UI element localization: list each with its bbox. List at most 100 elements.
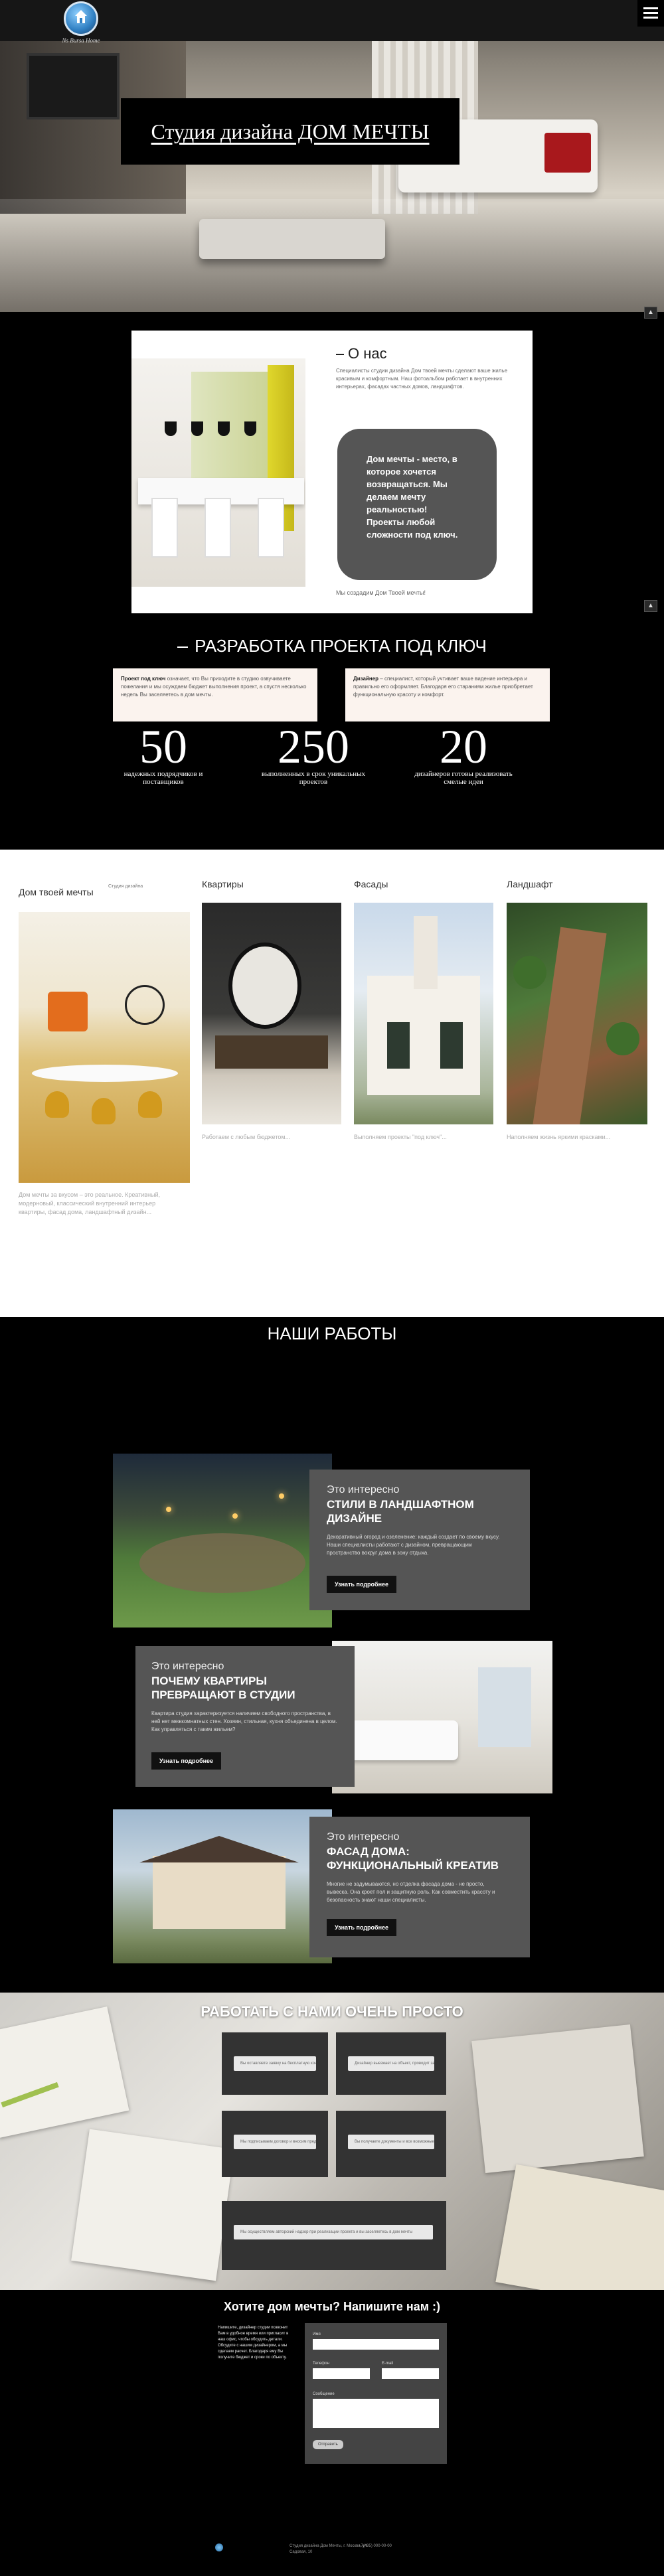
page: Ns Bursa Home Студия дизайна ДОМ МЕЧТЫ ▲… [0,0,664,2576]
photo-chair [205,498,231,558]
scroll-top-button[interactable]: ▲ [644,307,657,319]
work-card-head: ФАСАД ДОМА: ФУНКЦИОНАЛЬНЫЙ КРЕАТИВ [327,1845,499,1872]
top-bar: Ns Bursa Home [0,0,664,44]
service-caption: Работаем с любым бюджетом... [202,1134,291,1140]
image-console [215,1035,328,1069]
scroll-top-button[interactable]: ▲ [644,600,657,612]
work-with-us-title: РАБОТАТЬ С НАМИ ОЧЕНЬ ПРОСТО [201,2003,463,2020]
logo-text: Ns Bursa Home [62,37,100,44]
house-icon [75,10,87,23]
phone-label: Телефон [313,2362,329,2366]
more-button[interactable]: Узнать подробнее [327,1919,397,1936]
about-highlight-box: Дом мечты - место, в которое хочется воз… [337,429,497,580]
footer-phone[interactable]: +7(495) 000-00-00 [359,2543,425,2549]
image-window [387,1022,410,1069]
turnkey-box-right: Дизайнер – специалист, который учтивает … [345,668,550,721]
service-image-home[interactable] [19,912,190,1183]
contact-form: Имя Телефон E-mail Сообщение Отправить [305,2323,447,2464]
hero-title: Студия дизайна ДОМ МЕЧТЫ [151,119,430,143]
message-field[interactable] [313,2399,439,2428]
image-mirror [125,985,165,1025]
work-image-landscape [113,1454,332,1628]
stat-number: 250 [278,720,349,773]
image-decor [48,992,88,1031]
turnkey-title: РАЗРАБОТКА ПРОЕКТА ПОД КЛЮЧ [0,636,664,656]
service-image-facades[interactable] [354,903,493,1124]
image-house [367,976,480,1095]
step-text: Мы осуществляем авторский надзор при реа… [234,2225,433,2239]
hero-tv [27,53,120,119]
about-intro: Специалисты студии дизайна Дом твоей меч… [336,368,508,390]
work-card-facade: Это интересно ФАСАД ДОМА: ФУНКЦИОНАЛЬНЫЙ… [309,1817,530,1957]
work-card-pre: Это интересно [151,1661,224,1672]
image-shrub [513,956,546,989]
work-card-text: Декоративный огород и озеленение: каждый… [327,1534,500,1556]
image-light [279,1493,284,1499]
step-card: Мы подписываем договор и вносим предопла… [222,2111,328,2177]
work-card-head: СТИЛИ В ЛАНДШАФТНОМ ДИЗАЙНЕ [327,1498,474,1525]
image-chair [92,1098,116,1124]
image-house [153,1856,286,1929]
image-roof [139,1836,299,1862]
stat-number: 20 [440,720,487,773]
service-title[interactable]: Ландшафт [507,879,553,889]
image-table [32,1065,178,1082]
work-card-text: Квартира студия характеризуется наличием… [151,1710,337,1732]
work-card-pre: Это интересно [327,1831,400,1843]
name-label: Имя [313,2332,321,2336]
service-title[interactable]: Квартиры [202,879,244,889]
image-path [139,1533,305,1593]
image-mirror [228,943,301,1029]
stat-label: надежных подрядчиков и поставщиков [124,770,203,786]
about-highlight: Дом мечты - место, в которое хочется воз… [367,454,458,540]
hamburger-icon[interactable] [637,0,664,27]
about-title-text: О нас [348,345,387,362]
more-button[interactable]: Узнать подробнее [151,1752,222,1770]
photo-chair [258,498,284,558]
more-button[interactable]: Узнать подробнее [327,1576,397,1593]
hero-table [199,219,385,259]
image-light [166,1507,171,1512]
service-image-apartments[interactable] [202,903,341,1124]
step-text: Дизайнер выезжает на объект, проводит за… [348,2056,434,2071]
photo-chair [151,498,178,558]
step-text: Вы получаете документы и все возможные д… [348,2135,434,2149]
service-title[interactable]: Фасады [354,879,388,889]
step-card: Вы получаете документы и все возможные д… [336,2111,446,2177]
bg-paper [0,2006,129,2139]
logo[interactable]: Ns Bursa Home [54,1,108,53]
contact-title: Хотите дом мечты? Напишите нам :) [223,2300,441,2313]
photo-lamp [244,421,256,436]
photo-lamp [191,421,203,436]
footer-logo-icon[interactable] [215,2543,223,2551]
photo-lamp [218,421,230,436]
image-chair [138,1091,162,1118]
hero-title-box: Студия дизайна ДОМ МЕЧТЫ [121,98,459,165]
work-card-head: ПОЧЕМУ КВАРТИРЫ ПРЕВРАЩАЮТ В СТУДИИ [151,1675,295,1701]
step-card: Мы осуществляем авторский надзор при реа… [222,2201,446,2270]
service-title[interactable]: Дом твоей мечты [19,887,94,897]
hero-lamp [544,133,591,173]
step-text: Вы оставляете заявку на бесплатную консу… [234,2056,316,2071]
email-field[interactable] [382,2368,439,2379]
image-window [478,1667,531,1747]
send-button[interactable]: Отправить [313,2440,343,2449]
message-label: Сообщение [313,2392,335,2396]
work-card-apartment: Это интересно ПОЧЕМУ КВАРТИРЫ ПРЕВРАЩАЮТ… [135,1646,355,1787]
step-card: Вы оставляете заявку на бесплатную консу… [222,2032,328,2095]
bg-paper [71,2129,234,2281]
turnkey-box-left: Проект под ключ означает, что Вы приходи… [113,668,317,721]
service-caption: Дом мечты за вкусом – это реальное. Креа… [19,1191,161,1215]
step-card: Дизайнер выезжает на объект, проводит за… [336,2032,446,2095]
service-subtitle: Студия дизайна [108,884,143,889]
work-image-apartment [332,1641,552,1793]
turnkey-box-left-label: Проект под ключ [121,676,166,682]
about-card: О нас Специалисты студии дизайна Дом тво… [131,331,533,613]
image-shrub [606,1022,639,1055]
stat-designers: 20 дизайнеров готовы реализовать смелые … [410,723,517,786]
about-title: О нас [336,345,387,362]
phone-field[interactable] [313,2368,370,2379]
service-image-landscape[interactable] [507,903,647,1124]
service-caption: Выполняем проекты "под ключ"... [354,1134,447,1140]
name-field[interactable] [313,2339,439,2350]
